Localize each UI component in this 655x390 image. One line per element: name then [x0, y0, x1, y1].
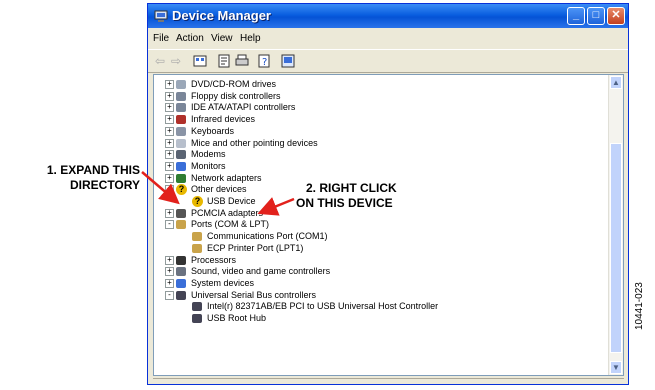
figure-id: 10441-023: [634, 282, 645, 330]
expand-arrow: [141, 171, 180, 205]
right-click-arrow: [257, 197, 295, 216]
annotation-arrows: [141, 171, 295, 216]
